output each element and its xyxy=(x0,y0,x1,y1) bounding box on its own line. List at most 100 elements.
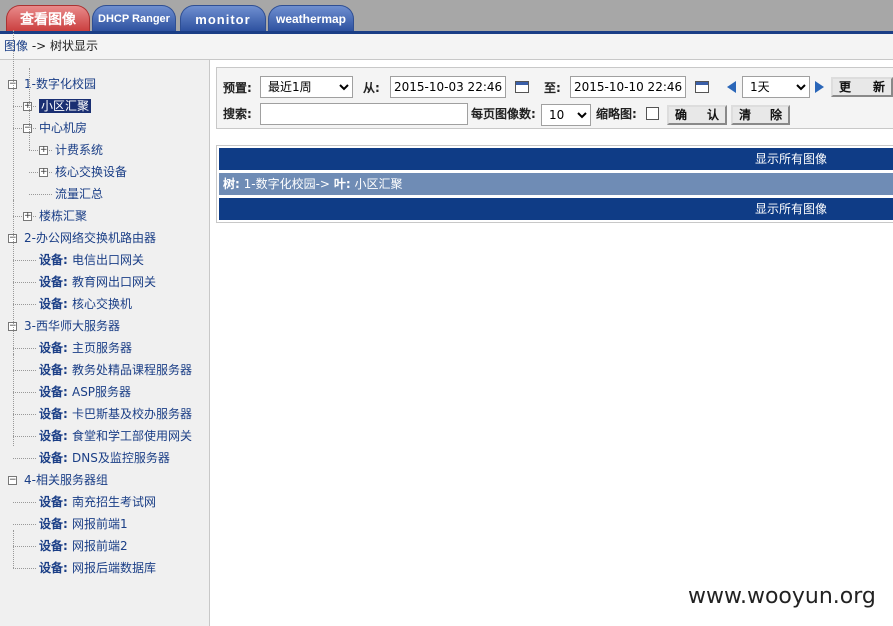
tree-guide-line xyxy=(13,354,14,446)
tree-item-label: 小区汇聚 xyxy=(39,99,92,113)
tree-item-label: 卡巴斯基及校办服务器 xyxy=(71,407,192,421)
tree-item-label: 2-办公网络交换机路由器 xyxy=(24,231,156,245)
tree-guide-line xyxy=(13,200,14,268)
tree-connector xyxy=(13,282,36,283)
tree-item-label: 流量汇总 xyxy=(55,187,104,201)
filter-controls: 预置: 最近1周 从: 至: 1天 更 新 搜索: 每页图像数: 10 缩略图:… xyxy=(216,67,893,129)
expand-icon[interactable]: + xyxy=(39,146,48,155)
tree-device-item[interactable]: 设备: 卡巴斯基及校办服务器 xyxy=(39,404,192,424)
tree-item-label: 1-数字化校园 xyxy=(24,77,96,91)
refresh-button[interactable]: 更 新 xyxy=(831,77,893,97)
tree-connector xyxy=(13,260,36,261)
tree-item-label: 教务处精品课程服务器 xyxy=(71,363,192,377)
expand-icon[interactable]: + xyxy=(23,212,32,221)
watermark-text: www.wooyun.org xyxy=(688,584,876,609)
tree-connector xyxy=(13,370,36,371)
tree-branch-item[interactable]: 核心交换设备 xyxy=(55,162,127,182)
to-label: 至: xyxy=(544,81,561,95)
expand-icon[interactable]: + xyxy=(23,102,32,111)
tree-device-item[interactable]: 设备: 网报后端数据库 xyxy=(39,558,156,578)
tree-item-label: DNS及监控服务器 xyxy=(71,451,170,465)
device-prefix: 设备: xyxy=(39,385,72,399)
tree-device-item[interactable]: 设备: DNS及监控服务器 xyxy=(39,448,170,468)
tree-item-label: ASP服务器 xyxy=(71,385,132,399)
tree-connector xyxy=(13,546,36,547)
tree-connector xyxy=(13,348,36,349)
tree-connector xyxy=(13,304,36,305)
tab-monitor[interactable]: monitor xyxy=(180,5,266,32)
to-calendar-icon[interactable] xyxy=(695,81,709,93)
confirm-button-label-1: 确 xyxy=(675,108,688,122)
device-prefix: 设备: xyxy=(39,275,72,289)
tree-device-item[interactable]: 设备: 南充招生考试网 xyxy=(39,492,156,512)
tab-graphs[interactable]: 查看图像 xyxy=(6,5,90,32)
show-all-graphs-top[interactable]: 显示所有图像 xyxy=(219,148,893,170)
tree-item-label: 电信出口网关 xyxy=(71,253,144,267)
device-prefix: 设备: xyxy=(39,297,72,311)
tab-weathermap[interactable]: weathermap xyxy=(268,5,354,32)
tree-branch-item[interactable]: 中心机房 xyxy=(39,118,87,138)
tree-connector xyxy=(29,194,52,195)
collapse-icon[interactable]: − xyxy=(23,124,32,133)
tree-connector xyxy=(13,502,36,503)
tab-dhcp-ranger[interactable]: DHCP Ranger xyxy=(92,5,176,32)
leaf-value: 小区汇聚 xyxy=(354,177,403,191)
search-label: 搜索: xyxy=(223,107,252,121)
tree-branch-item[interactable]: 计费系统 xyxy=(55,140,103,160)
show-all-graphs-bottom[interactable]: 显示所有图像 xyxy=(219,198,893,220)
tree-item-label: 核心交换机 xyxy=(71,297,132,311)
tree-item-label: 中心机房 xyxy=(39,121,88,135)
shift-left-arrow-icon[interactable] xyxy=(727,81,736,93)
tree-branch-item[interactable]: 4-相关服务器组 xyxy=(24,470,108,490)
tree-item-label: 网报前端2 xyxy=(71,539,128,553)
from-label: 从: xyxy=(363,81,380,95)
clear-button-label-2: 除 xyxy=(769,108,782,122)
tree-device-item[interactable]: 设备: 核心交换机 xyxy=(39,294,132,314)
leaf-prefix: 叶: xyxy=(333,177,351,191)
tree-path-value: 1-数字化校园-> xyxy=(243,177,330,191)
breadcrumb-graphs-link[interactable]: 图像 xyxy=(4,39,28,53)
refresh-button-label-2: 新 xyxy=(872,80,885,94)
tree-branch-item[interactable]: 流量汇总 xyxy=(55,184,103,204)
from-date-input[interactable] xyxy=(390,76,506,98)
per-page-select[interactable]: 10 xyxy=(541,104,591,126)
collapse-icon[interactable]: − xyxy=(8,476,17,485)
tree-branch-item[interactable]: 1-数字化校园 xyxy=(24,74,96,94)
tree-item-label: 主页服务器 xyxy=(71,341,132,355)
tree-device-item[interactable]: 设备: 教育网出口网关 xyxy=(39,272,156,292)
tree-device-item[interactable]: 设备: 教务处精品课程服务器 xyxy=(39,360,192,380)
confirm-button[interactable]: 确 认 xyxy=(667,105,727,125)
device-prefix: 设备: xyxy=(39,495,72,509)
tree-branch-item[interactable]: 小区汇聚 xyxy=(39,96,92,116)
tree-branch-item[interactable]: 3-西华师大服务器 xyxy=(24,316,120,336)
device-prefix: 设备: xyxy=(39,429,72,443)
graph-tree-panel: −1-数字化校园 + 小区汇聚 − 中心机房 + 计费系统 + 核心交换设备 流量汇总 + 楼栋汇聚 −… xyxy=(0,30,210,626)
tree-device-item[interactable]: 设备: 网报前端2 xyxy=(39,536,128,556)
tree-device-item[interactable]: 设备: ASP服务器 xyxy=(39,382,131,402)
clear-button[interactable]: 清 除 xyxy=(731,105,790,125)
from-calendar-icon[interactable] xyxy=(515,81,529,93)
device-prefix: 设备: xyxy=(39,539,72,553)
shift-right-arrow-icon[interactable] xyxy=(815,81,824,93)
tree-connector xyxy=(13,414,36,415)
tree-branch-item[interactable]: 楼栋汇聚 xyxy=(39,206,87,226)
tree-item-label: 4-相关服务器组 xyxy=(24,473,108,487)
tree-device-item[interactable]: 设备: 网报前端1 xyxy=(39,514,128,534)
device-prefix: 设备: xyxy=(39,561,72,575)
search-input[interactable] xyxy=(260,103,468,125)
to-date-input[interactable] xyxy=(570,76,686,98)
tree-path-row: 树: 1-数字化校园-> 叶: 小区汇聚 xyxy=(219,173,893,195)
expand-icon[interactable]: + xyxy=(39,168,48,177)
tree-device-item[interactable]: 设备: 电信出口网关 xyxy=(39,250,144,270)
tree-branch-item[interactable]: 2-办公网络交换机路由器 xyxy=(24,228,156,248)
tree-device-item[interactable]: 设备: 主页服务器 xyxy=(39,338,132,358)
tree-connector xyxy=(13,392,36,393)
timespan-select[interactable]: 1天 xyxy=(742,76,810,98)
tree-item-label: 网报后端数据库 xyxy=(71,561,156,575)
preset-select[interactable]: 最近1周 xyxy=(260,76,353,98)
tree-item-label: 教育网出口网关 xyxy=(71,275,156,289)
device-prefix: 设备: xyxy=(39,407,72,421)
tree-device-item[interactable]: 设备: 食堂和学工部使用网关 xyxy=(39,426,192,446)
thumbnail-checkbox[interactable] xyxy=(646,107,659,120)
tree-connector xyxy=(13,458,36,459)
